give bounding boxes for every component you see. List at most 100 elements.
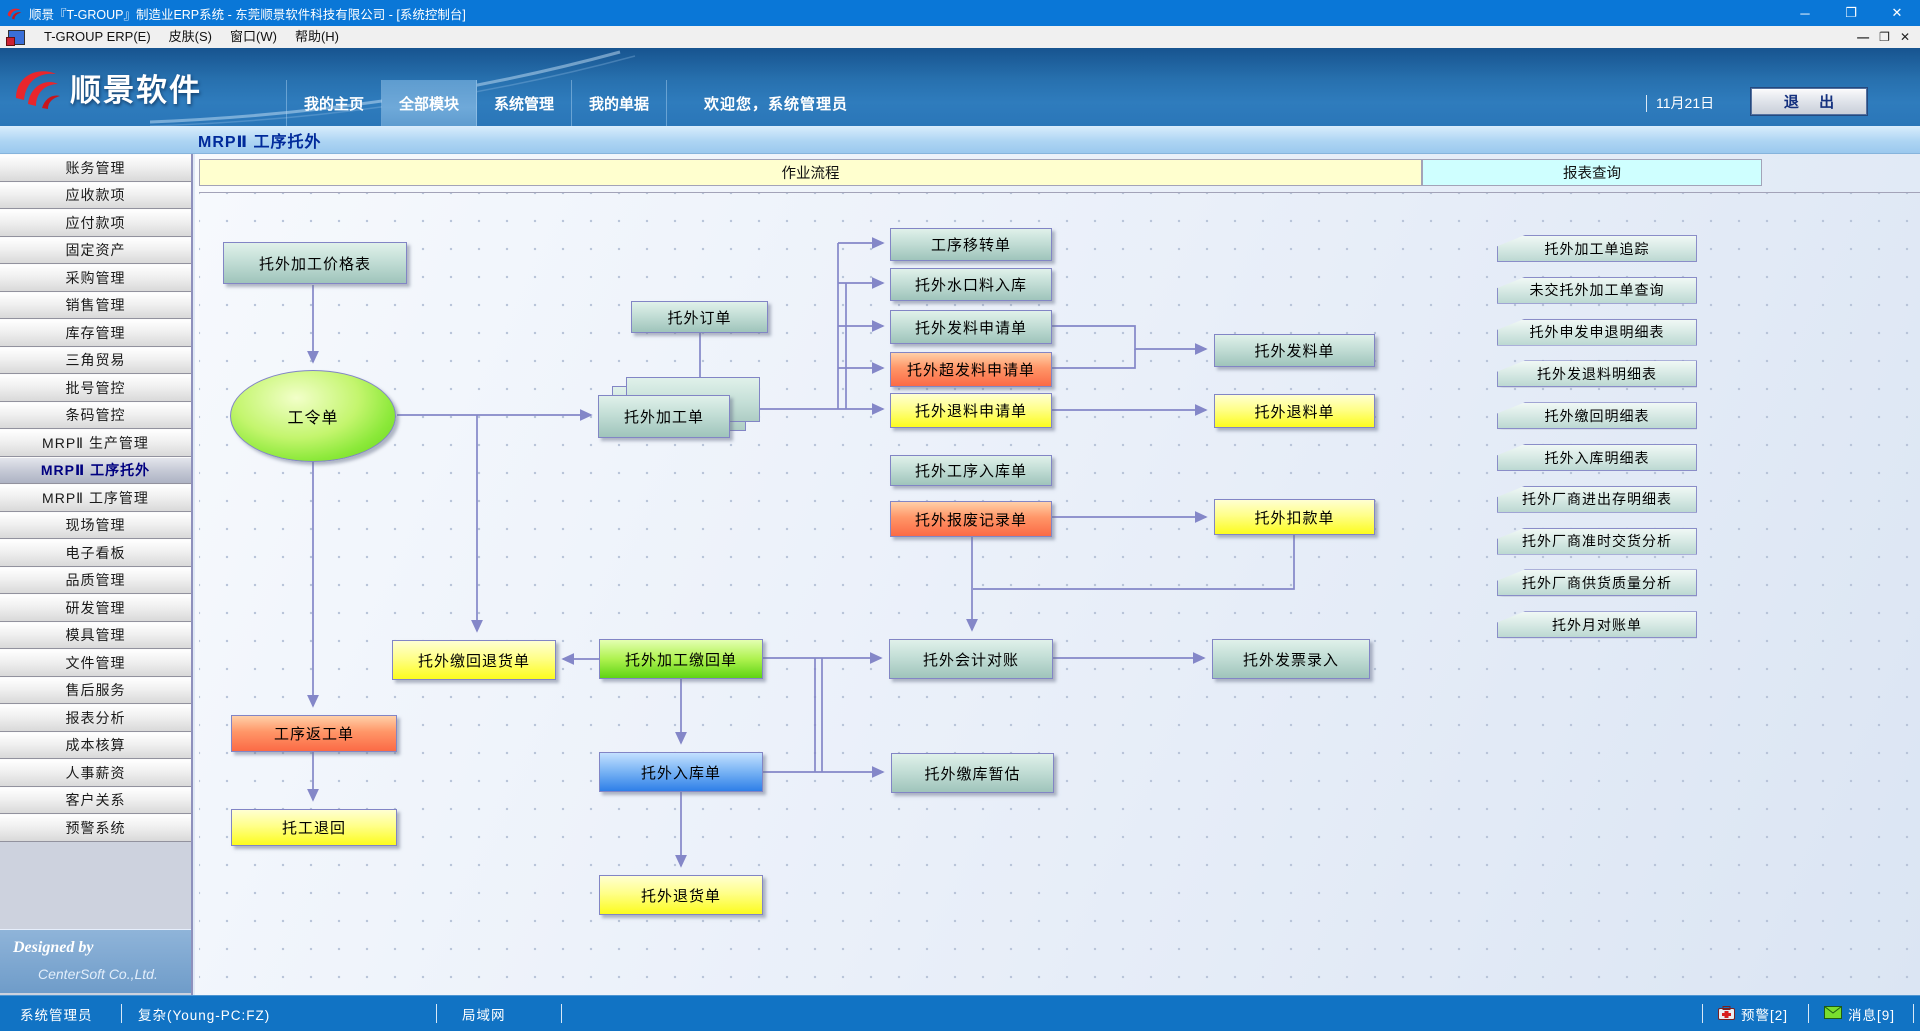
- flow-node-deduction-note[interactable]: 托外扣款单: [1214, 499, 1375, 535]
- mdi-minimize-icon[interactable]: —: [1857, 30, 1869, 44]
- tab-2[interactable]: 系统管理: [477, 80, 572, 126]
- tab-3[interactable]: 我的单据: [572, 80, 667, 126]
- message-label[interactable]: 消息[9]: [1848, 996, 1895, 1031]
- report-button-6[interactable]: 托外厂商进出存明细表: [1497, 486, 1697, 513]
- flow-node-warehouse-in-note[interactable]: 托外入库单: [599, 752, 763, 792]
- report-button-1[interactable]: 未交托外加工单查询: [1497, 277, 1697, 304]
- flow-node-price-list[interactable]: 托外加工价格表: [223, 242, 407, 284]
- flow-section-header: 作业流程: [199, 159, 1422, 186]
- menu-item-1[interactable]: 皮肤(S): [160, 29, 221, 44]
- sidebar-item-17[interactable]: 模具管理: [0, 622, 191, 650]
- flow-node-transfer-note[interactable]: 工序移转单: [890, 228, 1052, 261]
- minimize-icon[interactable]: ─: [1782, 0, 1828, 26]
- flow-node-accounting-check[interactable]: 托外会计对账: [889, 639, 1053, 679]
- flow-node-process-submit-back[interactable]: 托外加工缴回单: [599, 639, 763, 679]
- mdi-restore-icon[interactable]: ❐: [1879, 30, 1890, 44]
- sidebar-item-14[interactable]: 电子看板: [0, 539, 191, 567]
- brand-name: 顺景软件: [70, 65, 202, 110]
- sidebar-item-10[interactable]: MRPⅡ 生产管理: [0, 429, 191, 457]
- sidebar-item-24[interactable]: 预警系统: [0, 814, 191, 842]
- report-button-9[interactable]: 托外月对账单: [1497, 611, 1697, 638]
- sidebar-item-18[interactable]: 文件管理: [0, 649, 191, 677]
- flow-node-issue-note[interactable]: 托外发料单: [1214, 334, 1375, 367]
- sidebar-item-0[interactable]: 账务管理: [0, 154, 191, 182]
- report-button-5[interactable]: 托外入库明细表: [1497, 444, 1697, 471]
- flow-node-goods-return-note[interactable]: 托外退货单: [599, 875, 763, 915]
- flow-node-over-issue-request[interactable]: 托外超发料申请单: [890, 352, 1052, 387]
- flow-node-return-request[interactable]: 托外退料申请单: [890, 393, 1052, 428]
- alert-label[interactable]: 预警[2]: [1741, 996, 1788, 1031]
- main-content: 作业流程 报表查询 托外加工价格表工令单 托外订单托外加工单 工序移转单托外水口料入…: [195, 154, 1920, 995]
- sidebar-item-5[interactable]: 销售管理: [0, 292, 191, 320]
- sidebar-item-1[interactable]: 应收款项: [0, 182, 191, 210]
- sidebar-footer: Designed by CenterSoft Co.,Ltd.: [0, 929, 191, 993]
- page-title-strip: MRPⅡ 工序托外: [0, 126, 1920, 154]
- flow-node-submit-return-goods[interactable]: 托外缴回退货单: [392, 640, 556, 680]
- report-button-7[interactable]: 托外厂商准时交货分析: [1497, 528, 1697, 555]
- flow-node-work-order[interactable]: 工令单: [230, 370, 396, 462]
- sidebar-item-2[interactable]: 应付款项: [0, 209, 191, 237]
- tab-1[interactable]: 全部模块: [382, 80, 477, 126]
- menu-item-2[interactable]: 窗口(W): [221, 29, 286, 44]
- menu-item-0[interactable]: T-GROUP ERP(E): [35, 29, 160, 44]
- status-separator: [1913, 1004, 1914, 1023]
- flow-node-sprue-material-in[interactable]: 托外水口料入库: [890, 268, 1052, 301]
- message-icon[interactable]: [1824, 1006, 1842, 1022]
- flow-node-outsource-order[interactable]: 托外订单: [631, 301, 768, 333]
- flow-node-return-note[interactable]: 托外退料单: [1214, 394, 1375, 428]
- sidebar-item-23[interactable]: 客户关系: [0, 787, 191, 815]
- close-icon[interactable]: ✕: [1874, 0, 1920, 26]
- flow-node-process-sheet[interactable]: 托外加工单: [598, 395, 730, 438]
- report-button-2[interactable]: 托外申发申退明细表: [1497, 319, 1697, 346]
- sidebar-item-15[interactable]: 品质管理: [0, 567, 191, 595]
- logout-button[interactable]: 退 出: [1751, 88, 1867, 115]
- tab-0[interactable]: 我的主页: [286, 80, 382, 126]
- sidebar-item-16[interactable]: 研发管理: [0, 594, 191, 622]
- sidebar-item-19[interactable]: 售后服务: [0, 677, 191, 705]
- flow-node-scrap-record[interactable]: 托外报废记录单: [890, 501, 1052, 537]
- status-bar: 系统管理员 复杂(Young-PC:FZ) 局域网 预警[2] 消息[9]: [0, 995, 1920, 1031]
- menu-items: T-GROUP ERP(E)皮肤(S)窗口(W)帮助(H): [35, 26, 348, 48]
- menu-bar: T-GROUP ERP(E)皮肤(S)窗口(W)帮助(H) — ❐ ✕: [0, 26, 1920, 49]
- sidebar-item-13[interactable]: 现场管理: [0, 512, 191, 540]
- report-button-8[interactable]: 托外厂商供货质量分析: [1497, 569, 1697, 596]
- flow-node-outwork-return[interactable]: 托工退回: [231, 809, 397, 846]
- shunjing-logo-icon: [12, 64, 62, 110]
- sidebar-item-7[interactable]: 三角贸易: [0, 347, 191, 375]
- sidebar-item-6[interactable]: 库存管理: [0, 319, 191, 347]
- top-banner: 顺景软件 我的主页全部模块系统管理我的单据 欢迎您，系统管理员 11月21日 退…: [0, 48, 1920, 126]
- flow-node-rework-note[interactable]: 工序返工单: [231, 715, 397, 752]
- flow-node-issue-request[interactable]: 托外发料申请单: [890, 310, 1052, 344]
- status-separator: [1702, 1004, 1703, 1023]
- sidebar-item-4[interactable]: 采购管理: [0, 264, 191, 292]
- restore-icon[interactable]: ❐: [1828, 0, 1874, 26]
- sidebar-item-21[interactable]: 成本核算: [0, 732, 191, 760]
- status-separator: [561, 1004, 562, 1023]
- flow-node-process-warehouse-in[interactable]: 托外工序入库单: [890, 455, 1052, 486]
- report-button-0[interactable]: 托外加工单追踪: [1497, 235, 1697, 262]
- sidebar-item-8[interactable]: 批号管控: [0, 374, 191, 402]
- status-user: 系统管理员: [20, 996, 93, 1031]
- report-button-3[interactable]: 托外发退料明细表: [1497, 360, 1697, 387]
- sidebar-item-12[interactable]: MRPⅡ 工序管理: [0, 484, 191, 512]
- welcome-text: 欢迎您，系统管理员: [704, 80, 848, 126]
- status-separator: [1808, 1004, 1809, 1023]
- flow-node-submit-estimate[interactable]: 托外缴库暂估: [891, 753, 1054, 793]
- report-button-4[interactable]: 托外缴回明细表: [1497, 402, 1697, 429]
- sidebar-item-9[interactable]: 条码管控: [0, 402, 191, 430]
- brand: 顺景软件: [12, 48, 202, 126]
- menu-item-3[interactable]: 帮助(H): [286, 29, 348, 44]
- flow-node-invoice-entry[interactable]: 托外发票录入: [1212, 639, 1370, 679]
- sidebar-item-11[interactable]: MRPⅡ 工序托外: [0, 457, 191, 485]
- sidebar-item-22[interactable]: 人事薪资: [0, 759, 191, 787]
- designed-by-text: Designed by: [13, 939, 93, 957]
- sidebar-item-3[interactable]: 固定资产: [0, 237, 191, 265]
- module-sidebar: 账务管理应收款项应付款项固定资产采购管理销售管理库存管理三角贸易批号管控条码管控…: [0, 154, 193, 995]
- sidebar-item-20[interactable]: 报表分析: [0, 704, 191, 732]
- mdi-close-icon[interactable]: ✕: [1900, 30, 1910, 44]
- report-section-title: 报表查询: [1563, 162, 1621, 183]
- page-title: MRPⅡ 工序托外: [198, 128, 322, 152]
- alert-icon[interactable]: [1718, 1006, 1735, 1023]
- date-box: 11月21日: [1646, 80, 1714, 126]
- current-date: 11月21日: [1656, 93, 1714, 113]
